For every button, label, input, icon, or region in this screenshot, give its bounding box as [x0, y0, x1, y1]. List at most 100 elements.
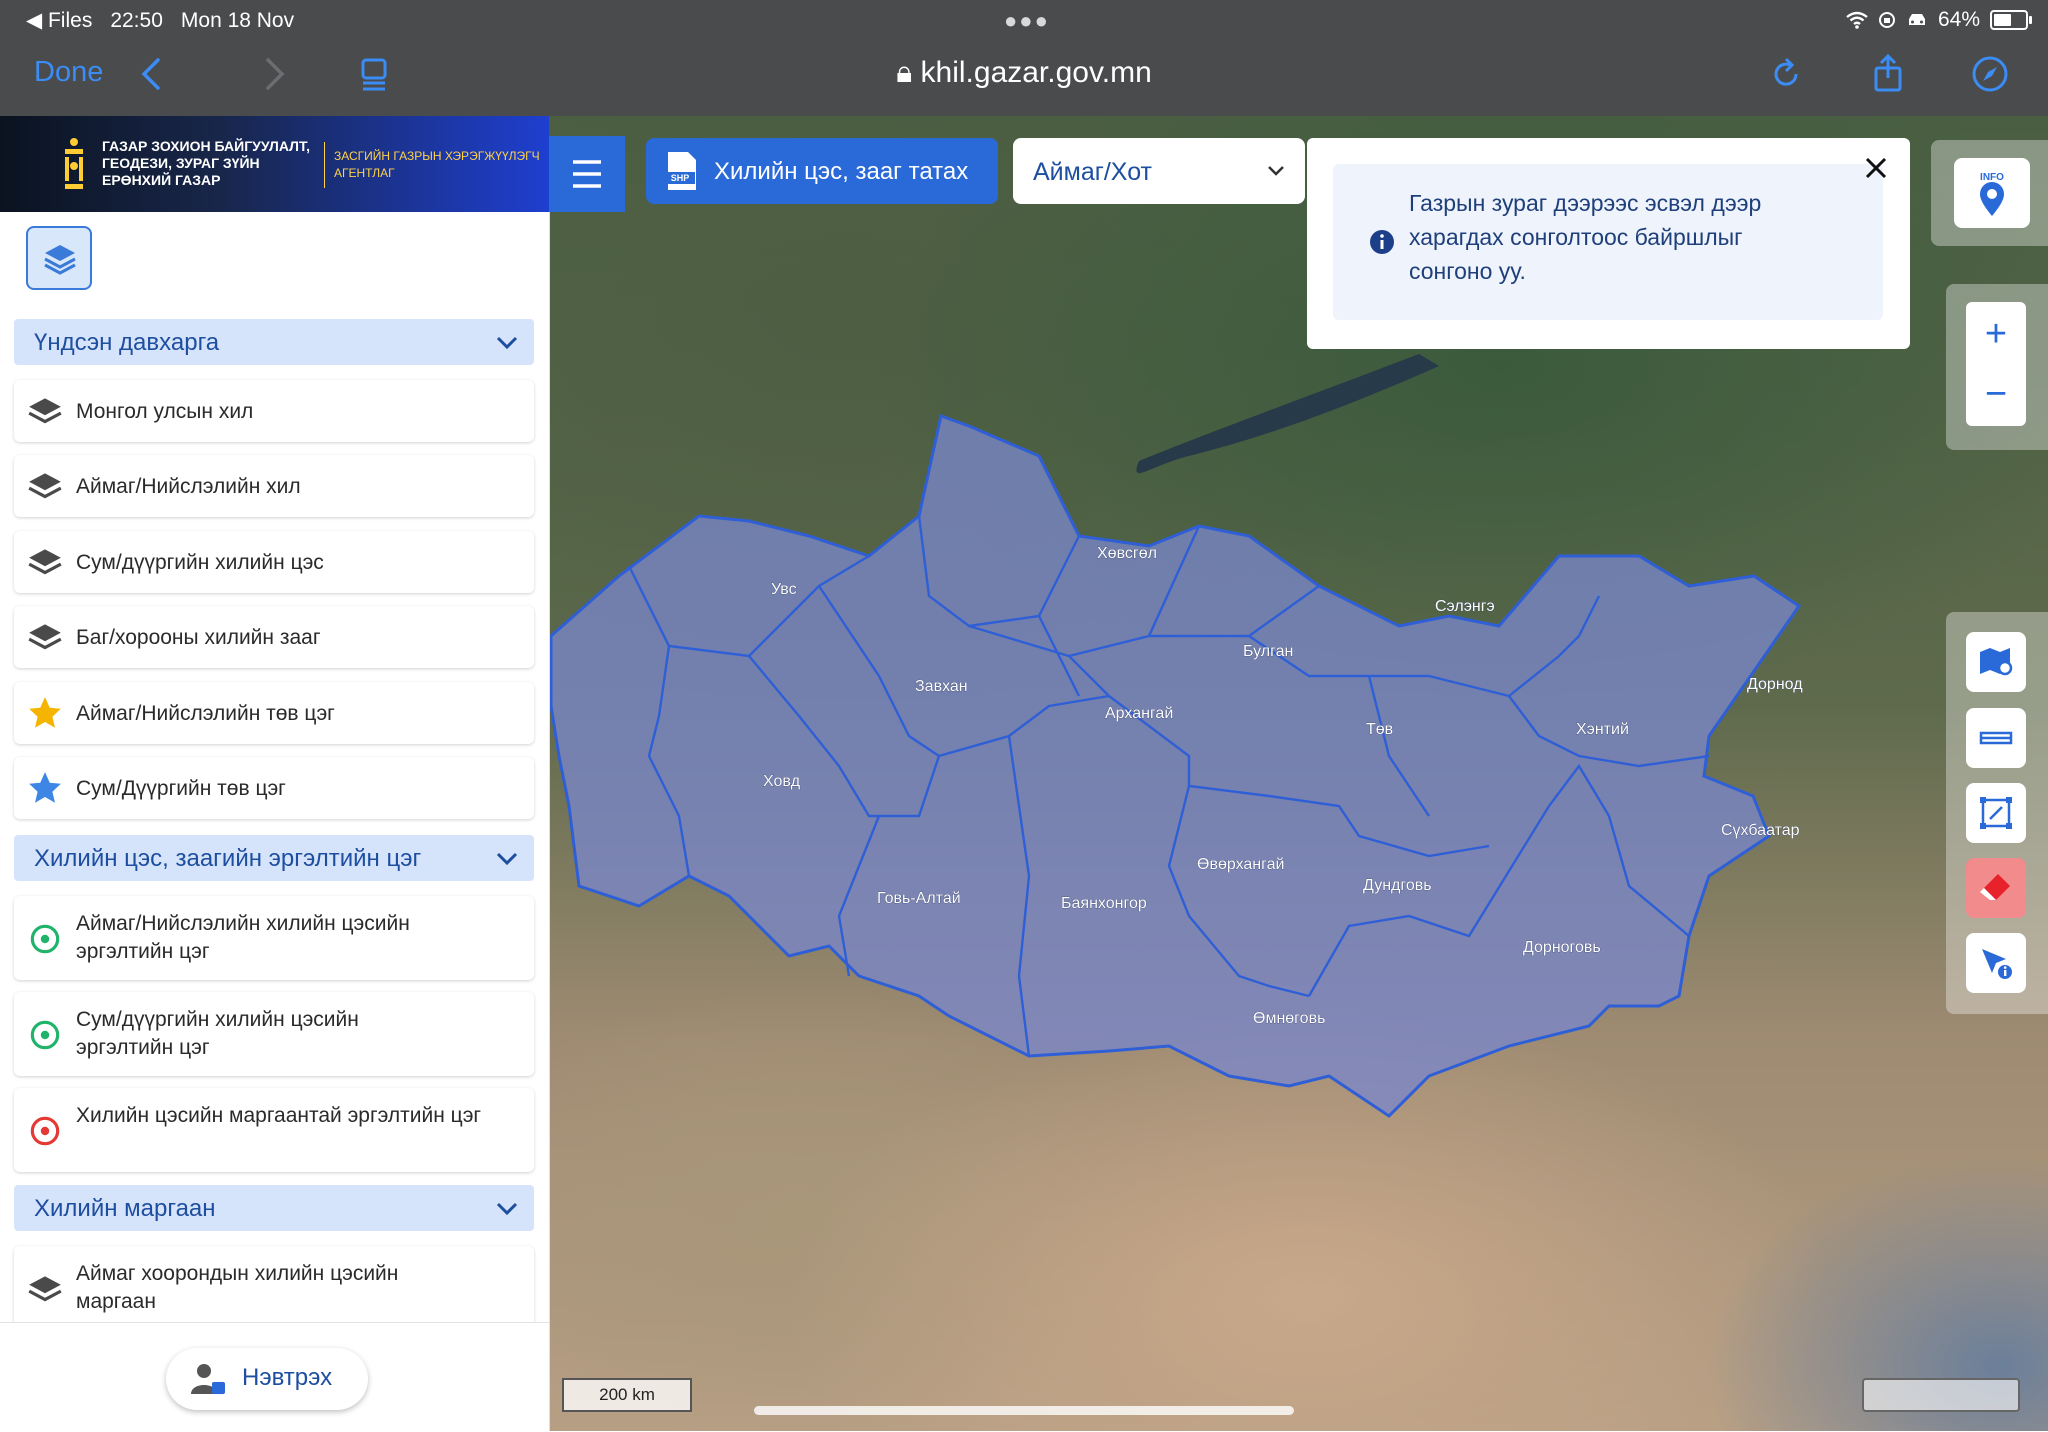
attribution-box	[1862, 1378, 2020, 1412]
layers-toggle-button[interactable]	[26, 226, 92, 290]
zoom-control: + −	[1966, 302, 2026, 426]
layer-item[interactable]: Хилийн цэсийн маргаантай эргэлтийн цэг	[14, 1088, 534, 1172]
back-app-label: Files	[47, 9, 93, 32]
share-icon[interactable]	[1868, 54, 1908, 94]
province-label[interactable]: Говь-Алтай	[877, 890, 961, 908]
info-pin-icon: INFO	[1980, 172, 2004, 216]
layer-label: Сум/дүүргийн хилийн цэс	[76, 551, 324, 574]
layer-label: Монгол улсын хил	[76, 400, 254, 423]
group-title: Хилийн маргаан	[34, 1195, 216, 1222]
compass-icon[interactable]	[1970, 54, 2010, 94]
province-select-value: Аймаг/Хот	[1033, 158, 1152, 186]
layers-icon	[28, 1276, 62, 1302]
layer-item[interactable]: Сум/Дүүргийн төв цэг	[14, 757, 534, 819]
measure-area-button[interactable]	[1966, 783, 2026, 843]
layer-item[interactable]: Аймаг/Нийслэлийн төв цэг	[14, 682, 534, 744]
province-label[interactable]: Баянхонгор	[1061, 895, 1147, 913]
province-label[interactable]: Хөвсгөл	[1097, 545, 1158, 563]
map-scale-bar: 200 km	[562, 1378, 692, 1412]
reload-icon[interactable]	[1766, 54, 1806, 94]
basemap-button[interactable]	[1966, 632, 2026, 692]
province-label[interactable]: Өмнөговь	[1253, 1010, 1326, 1028]
province-label[interactable]: Архангай	[1105, 705, 1174, 723]
layer-label: Аймаг/Нийслэлийн хил	[76, 475, 301, 498]
hamburger-icon	[573, 160, 601, 188]
target-icon	[30, 924, 60, 954]
province-label[interactable]: Өвөрхангай	[1197, 856, 1285, 874]
back-to-files-link[interactable]: ◀ Files	[26, 8, 92, 33]
login-label: Нэвтрэх	[242, 1364, 333, 1391]
province-label[interactable]: Төв	[1366, 721, 1394, 739]
close-icon[interactable]	[1862, 154, 1890, 182]
layer-label: Хилийн цэсийн маргаантай эргэлтийн цэг	[76, 1104, 482, 1127]
address-bar[interactable]: 🔒︎ khil.gazar.gov.mn	[0, 56, 2048, 90]
group-header-disputes[interactable]: Хилийн маргаан	[14, 1185, 534, 1231]
info-badge: INFO	[1980, 172, 2004, 183]
province-label[interactable]: Сэлэнгэ	[1435, 598, 1495, 616]
area-select-icon	[1980, 797, 2012, 829]
province-label[interactable]: Сүхбаатар	[1721, 822, 1800, 840]
notice-body: Газрын зураг дээрээс эсвэл дээр харагдах…	[1333, 164, 1883, 320]
info-icon	[1370, 230, 1394, 254]
province-label[interactable]: Ховд	[763, 773, 801, 791]
cursor-info-icon	[1982, 949, 2012, 979]
province-label[interactable]: Завхан	[915, 678, 968, 696]
status-time: 22:50	[110, 8, 163, 32]
wifi-icon	[1846, 11, 1868, 29]
location-info-button[interactable]: INFO	[1954, 158, 2030, 228]
chevron-down-icon	[496, 1202, 518, 1216]
map-pin-icon	[1980, 648, 2013, 676]
layer-item[interactable]: Аймаг/Нийслэлийн хил	[14, 455, 534, 517]
province-label[interactable]: Дорноговь	[1523, 939, 1601, 957]
layer-label: Аймаг/Нийслэлийн хилийн цэсийн эргэлтийн…	[76, 912, 410, 963]
layer-item[interactable]: Монгол улсын хил	[14, 380, 534, 442]
layer-item[interactable]: Аймаг/Нийслэлийн хилийн цэсийн эргэлтийн…	[14, 896, 534, 980]
province-label[interactable]: Булган	[1243, 643, 1294, 661]
user-login-icon	[191, 1364, 225, 1394]
group-title: Үндсэн давхарга	[34, 329, 220, 356]
layers-icon	[44, 245, 76, 275]
group-header-turning-points[interactable]: Хилийн цэс, заагийн эргэлтийн цэг	[14, 835, 534, 881]
target-icon	[30, 1020, 60, 1050]
org-name: ГАЗАР ЗОХИОН БАЙГУУЛАЛТ, ГЕОДЕЗИ, ЗУРАГ …	[102, 138, 310, 188]
layer-label: Баг/хорооны хилийн зааг	[76, 626, 321, 649]
battery-icon	[1990, 10, 2032, 30]
star-icon	[29, 772, 61, 803]
province-label[interactable]: Дорнод	[1747, 676, 1804, 694]
layers-icon	[28, 473, 62, 499]
target-icon	[30, 1116, 60, 1146]
login-button[interactable]: Нэвтрэх	[166, 1348, 368, 1410]
measure-distance-button[interactable]	[1966, 708, 2026, 768]
eraser-button[interactable]	[1966, 858, 2026, 918]
layer-label: Аймаг хоорондын хилийн цэсийн маргаан	[76, 1262, 399, 1313]
browser-toolbar: Done 🔒︎ khil.gazar.gov.mn	[0, 40, 2048, 116]
layers-icon	[28, 549, 62, 575]
menu-button[interactable]	[549, 136, 625, 212]
layer-item[interactable]: Сум/дүүргийн хилийн цэс	[14, 531, 534, 593]
layer-item[interactable]: Баг/хорооны хилийн зааг	[14, 606, 534, 668]
province-label[interactable]: Хэнтий	[1576, 721, 1629, 739]
layer-item[interactable]: Аймаг хоорондын хилийн цэсийн маргаан	[14, 1246, 534, 1330]
zoom-out-button[interactable]: −	[1966, 364, 2026, 424]
instruction-notice: Газрын зураг дээрээс эсвэл дээр харагдах…	[1307, 138, 1910, 349]
group-header-base-layers[interactable]: Үндсэн давхарга	[14, 319, 534, 365]
shp-badge: SHP	[671, 173, 690, 183]
province-label[interactable]: Увс	[771, 581, 797, 599]
province-label[interactable]: Дундговь	[1363, 877, 1432, 895]
draw-boundary-button[interactable]: SHP Хилийн цэс, зааг татах	[646, 138, 998, 204]
agency-name: ЗАСГИЙН ГАЗРЫН ХЭРЭГЖҮҮЛЭГЧ АГЕНТЛАГ	[334, 149, 540, 180]
soyombo-emblem-icon	[65, 138, 83, 189]
identify-feature-button[interactable]	[1966, 933, 2026, 993]
chevron-down-icon	[1268, 166, 1284, 176]
country-boundary[interactable]	[549, 414, 1802, 1118]
layer-item[interactable]: Сум/дүүргийн хилийн цэсийн эргэлтийн цэг	[14, 992, 534, 1076]
home-indicator[interactable]	[754, 1406, 1294, 1415]
url-text: khil.gazar.gov.mn	[920, 56, 1152, 89]
layer-label: Аймаг/Нийслэлийн төв цэг	[76, 702, 335, 725]
car-icon	[1908, 14, 1925, 25]
zoom-in-button[interactable]: +	[1966, 304, 2026, 364]
multitasking-dots-icon[interactable]: ●●●	[1004, 8, 1050, 34]
draw-boundary-label: Хилийн цэс, зааг татах	[714, 158, 969, 185]
brand-divider	[324, 142, 325, 188]
province-select[interactable]: Аймаг/Хот	[1013, 138, 1305, 204]
